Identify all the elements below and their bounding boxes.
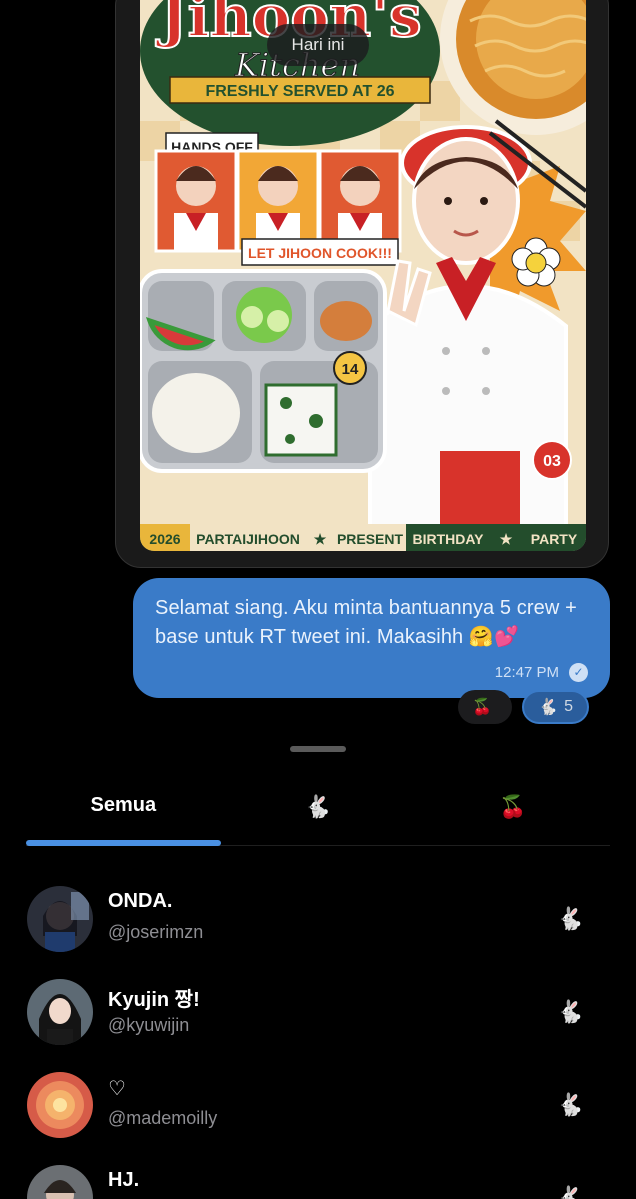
cherry-icon: 🍒	[472, 699, 493, 716]
message-text: Selamat siang. Aku minta bantuannya 5 cr…	[155, 597, 577, 648]
rabbit-icon: 🐇	[538, 699, 559, 716]
date-divider: Hari ini	[267, 24, 369, 66]
reactor-list: ONDA. @joserimzn 🐇 Kyujin 짱! @kyuwijin 🐇…	[0, 880, 636, 1199]
reaction-cherry[interactable]: 🍒	[458, 690, 513, 724]
tab-cherry[interactable]: 🍒	[415, 780, 610, 844]
user-handle: @kyuwijin	[108, 1015, 190, 1035]
footer-star-2: ★	[500, 531, 513, 547]
user-name: ♡	[108, 1078, 126, 1100]
user-name: HJ.	[108, 1169, 140, 1191]
avatar[interactable]	[27, 1072, 93, 1138]
avatar[interactable]	[27, 1165, 93, 1199]
list-item[interactable]: Kyujin 짱! @kyuwijin 🐇	[0, 973, 636, 1066]
footer-partai: PARTAIJIHOON	[196, 531, 300, 547]
chat-area: Jihoon's Kitchen FRESHLY SERVED AT 26 HA…	[0, 0, 636, 735]
tab-rabbit[interactable]: 🐇	[221, 780, 416, 844]
reactions-sheet: Semua 🐇 🍒 ONDA. @joserimzn 🐇 Kyujin 짱! @…	[0, 735, 636, 1199]
list-item[interactable]: HJ. 🐇	[0, 1159, 636, 1199]
footer-party: PARTY	[531, 531, 578, 547]
rabbit-icon: 🐇	[556, 1092, 584, 1117]
user-handle: @mademoilly	[108, 1108, 218, 1128]
cherry-icon: 🍒	[498, 794, 527, 819]
footer-birthday: BIRTHDAY	[412, 531, 484, 547]
list-item[interactable]: ONDA. @joserimzn 🐇	[0, 880, 636, 973]
message-meta: 12:47 PM ✓	[495, 663, 588, 682]
reaction-tabs: Semua 🐇 🍒	[26, 780, 610, 846]
badge-03: 03	[543, 453, 561, 470]
rabbit-icon: 🐇	[556, 1185, 584, 1199]
sheet-grabber[interactable]	[290, 746, 346, 752]
list-item[interactable]: ♡ @mademoilly 🐇	[0, 1066, 636, 1159]
rabbit-icon: 🐇	[304, 794, 332, 819]
footer-year: 2026	[149, 531, 180, 547]
avatar[interactable]	[27, 979, 93, 1045]
user-name: ONDA.	[108, 890, 173, 912]
message-time: 12:47 PM	[494, 664, 559, 681]
tab-all[interactable]: Semua	[26, 780, 221, 846]
badge-14: 14	[342, 361, 359, 378]
reaction-rabbit[interactable]: 🐇 5	[522, 690, 589, 724]
rabbit-icon: 🐇	[556, 999, 584, 1024]
sticker-let-cook: LET JIHOON COOK!!!	[248, 245, 392, 261]
poster-image[interactable]: Jihoon's Kitchen FRESHLY SERVED AT 26 HA…	[140, 0, 586, 551]
tab-all-label: Semua	[90, 794, 157, 816]
user-name: Kyujin 짱!	[108, 989, 200, 1011]
footer-star-1: ★	[314, 531, 327, 547]
poster-ribbon: FRESHLY SERVED AT 26	[205, 83, 394, 100]
read-check-icon: ✓	[569, 663, 588, 682]
rabbit-icon: 🐇	[556, 906, 584, 931]
reaction-count: 5	[564, 698, 573, 715]
footer-present: PRESENT	[337, 531, 404, 547]
avatar[interactable]	[27, 886, 93, 952]
image-message[interactable]: Jihoon's Kitchen FRESHLY SERVED AT 26 HA…	[115, 0, 609, 568]
message-reactions: 🍒 🐇 5	[458, 690, 589, 724]
message-bubble[interactable]: Selamat siang. Aku minta bantuannya 5 cr…	[133, 578, 610, 698]
user-handle: @joserimzn	[108, 922, 204, 942]
